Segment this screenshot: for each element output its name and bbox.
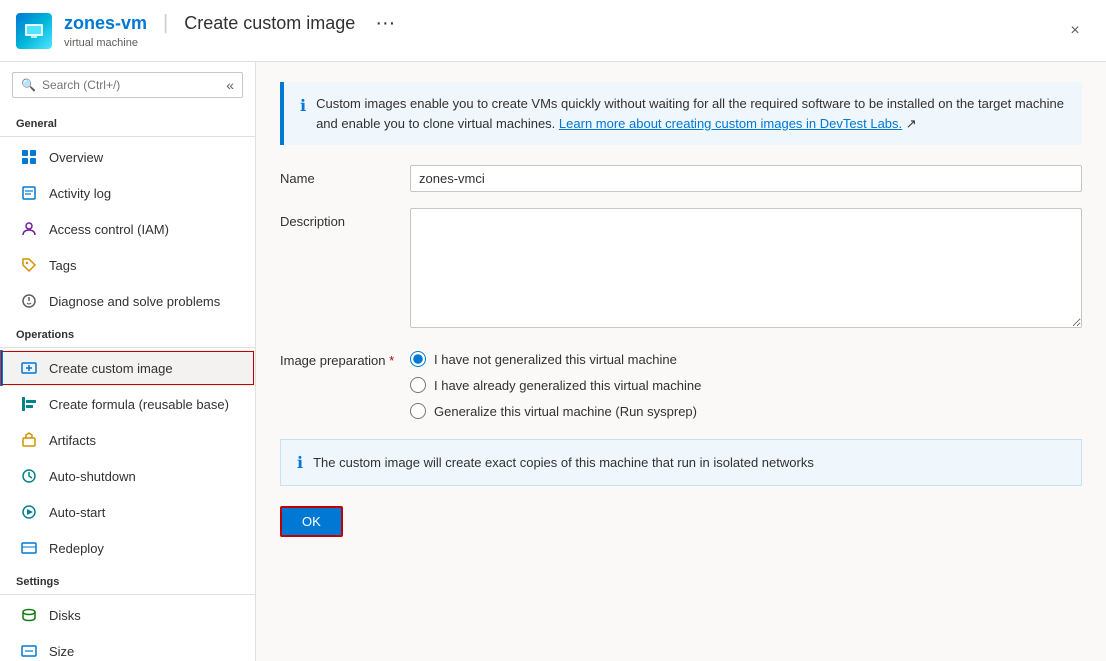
sidebar-item-create-custom-image[interactable]: Create custom image — [0, 350, 255, 386]
image-prep-control: I have not generalized this virtual mach… — [410, 347, 1082, 419]
name-control — [410, 165, 1082, 192]
sidebar-item-size[interactable]: Size — [0, 633, 255, 661]
description-label: Description — [280, 208, 410, 229]
sidebar-label-redeploy: Redeploy — [49, 541, 104, 556]
redeploy-icon — [19, 538, 39, 558]
sidebar-item-create-formula[interactable]: Create formula (reusable base) — [0, 386, 255, 422]
sidebar-label-activity-log: Activity log — [49, 186, 111, 201]
tags-icon — [19, 255, 39, 275]
create-formula-icon — [19, 394, 39, 414]
auto-start-icon — [19, 502, 39, 522]
header: zones-vm | Create custom image ··· virtu… — [0, 0, 1106, 62]
section-divider-settings — [0, 594, 255, 595]
search-input[interactable] — [42, 78, 226, 92]
header-subtitle: virtual machine — [64, 37, 395, 49]
info-link[interactable]: Learn more about creating custom images … — [559, 116, 902, 131]
sidebar-item-diagnose[interactable]: Diagnose and solve problems — [0, 283, 255, 319]
radio-item-not-generalized[interactable]: I have not generalized this virtual mach… — [410, 351, 1082, 367]
radio-item-generalize[interactable]: Generalize this virtual machine (Run sys… — [410, 403, 1082, 419]
artifacts-icon — [19, 430, 39, 450]
search-box[interactable]: 🔍 « — [12, 72, 243, 98]
bottom-info-banner: ℹ The custom image will create exact cop… — [280, 439, 1082, 486]
sidebar-label-create-custom-image: Create custom image — [49, 361, 173, 376]
section-general: General — [0, 108, 255, 134]
radio-generalize[interactable] — [410, 403, 426, 419]
activity-log-icon — [19, 183, 39, 203]
diagnose-icon — [19, 291, 39, 311]
sidebar-label-access-control: Access control (IAM) — [49, 222, 169, 237]
name-input[interactable] — [410, 165, 1082, 192]
description-input[interactable] — [410, 208, 1082, 328]
collapse-button[interactable]: « — [226, 77, 234, 93]
main-layout: 🔍 « General Overview Activity log Access… — [0, 62, 1106, 661]
section-operations: Operations — [0, 319, 255, 345]
name-row: Name — [280, 165, 1082, 192]
sidebar-item-auto-shutdown[interactable]: Auto-shutdown — [0, 458, 255, 494]
sidebar-item-overview[interactable]: Overview — [0, 139, 255, 175]
footer-area: OK — [280, 506, 1082, 537]
sidebar: 🔍 « General Overview Activity log Access… — [0, 62, 256, 661]
section-settings: Settings — [0, 566, 255, 592]
sidebar-label-overview: Overview — [49, 150, 103, 165]
vm-name[interactable]: zones-vm — [64, 13, 147, 34]
overview-icon — [19, 147, 39, 167]
radio-already-generalized[interactable] — [410, 377, 426, 393]
section-divider-general — [0, 136, 255, 137]
header-title-block: zones-vm | Create custom image ··· virtu… — [64, 12, 395, 49]
info-icon: ℹ — [300, 95, 306, 119]
sidebar-item-access-control[interactable]: Access control (IAM) — [0, 211, 255, 247]
image-prep-row: Image preparation I have not generalized… — [280, 347, 1082, 419]
auto-shutdown-icon — [19, 466, 39, 486]
sidebar-item-redeploy[interactable]: Redeploy — [0, 530, 255, 566]
size-icon — [19, 641, 39, 661]
disks-icon — [19, 605, 39, 625]
sidebar-label-auto-shutdown: Auto-shutdown — [49, 469, 136, 484]
description-control — [410, 208, 1082, 331]
radio-item-already-generalized[interactable]: I have already generalized this virtual … — [410, 377, 1082, 393]
radio-group-image-prep: I have not generalized this virtual mach… — [410, 351, 1082, 419]
header-separator: | — [163, 12, 168, 35]
page-title: Create custom image — [184, 13, 355, 34]
description-row: Description — [280, 208, 1082, 331]
vm-icon — [16, 13, 52, 49]
close-button[interactable]: × — [1060, 16, 1090, 46]
sidebar-label-artifacts: Artifacts — [49, 433, 96, 448]
name-label: Name — [280, 165, 410, 186]
bottom-info-icon: ℹ — [297, 453, 303, 473]
sidebar-label-size: Size — [49, 644, 74, 659]
search-icon: 🔍 — [21, 78, 36, 92]
sidebar-item-tags[interactable]: Tags — [0, 247, 255, 283]
create-custom-image-icon — [19, 358, 39, 378]
image-prep-label: Image preparation — [280, 347, 410, 368]
info-text: Custom images enable you to create VMs q… — [316, 94, 1066, 133]
content-area: ℹ Custom images enable you to create VMs… — [256, 62, 1106, 661]
ok-button[interactable]: OK — [280, 506, 343, 537]
sidebar-item-activity-log[interactable]: Activity log — [0, 175, 255, 211]
header-more-button[interactable]: ··· — [375, 12, 395, 35]
sidebar-item-auto-start[interactable]: Auto-start — [0, 494, 255, 530]
sidebar-label-diagnose: Diagnose and solve problems — [49, 294, 220, 309]
radio-label-not-generalized: I have not generalized this virtual mach… — [434, 352, 677, 367]
radio-label-already-generalized: I have already generalized this virtual … — [434, 378, 701, 393]
info-banner: ℹ Custom images enable you to create VMs… — [280, 82, 1082, 145]
sidebar-label-auto-start: Auto-start — [49, 505, 105, 520]
sidebar-item-artifacts[interactable]: Artifacts — [0, 422, 255, 458]
sidebar-label-disks: Disks — [49, 608, 81, 623]
sidebar-item-disks[interactable]: Disks — [0, 597, 255, 633]
radio-not-generalized[interactable] — [410, 351, 426, 367]
sidebar-label-tags: Tags — [49, 258, 76, 273]
section-divider-operations — [0, 347, 255, 348]
radio-label-generalize: Generalize this virtual machine (Run sys… — [434, 404, 697, 419]
external-link-icon: ↗ — [906, 116, 917, 131]
access-control-icon — [19, 219, 39, 239]
sidebar-label-create-formula: Create formula (reusable base) — [49, 397, 229, 412]
bottom-info-text: The custom image will create exact copie… — [313, 455, 814, 470]
